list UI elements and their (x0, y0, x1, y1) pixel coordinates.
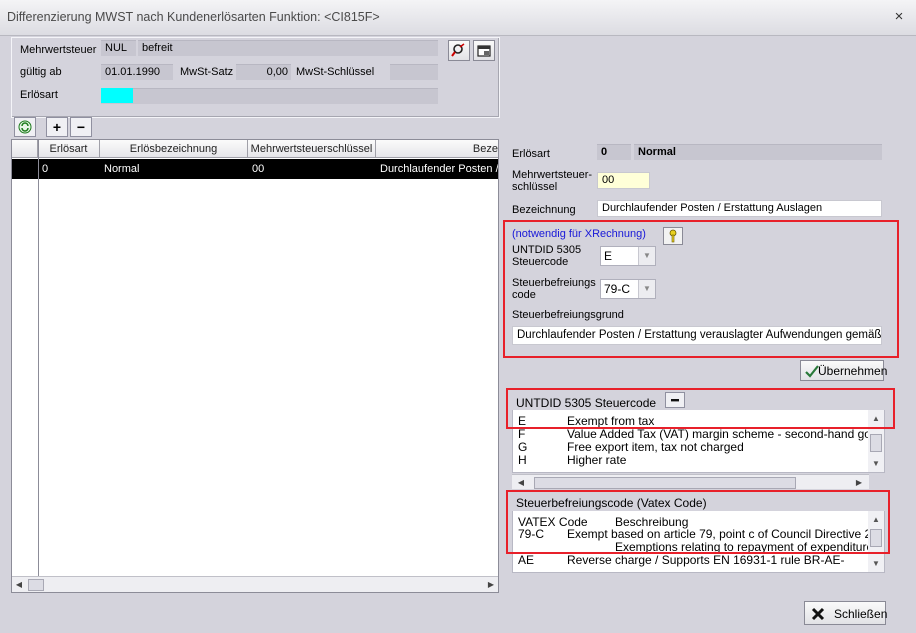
scroll-right-icon[interactable]: ▶ (484, 577, 498, 592)
row-schluessel: 00 (252, 163, 265, 175)
remove-button[interactable]: − (70, 117, 92, 137)
schliessen-button[interactable]: Schließen (804, 601, 888, 625)
scroll-thumb[interactable] (870, 434, 882, 452)
satz-value: 0,00 (236, 64, 291, 80)
grid-hscrollbar[interactable]: ◀ ▶ (12, 576, 498, 592)
uebernehmen-button[interactable]: Übernehmen (800, 360, 888, 381)
minus-icon (671, 399, 679, 402)
add-button[interactable]: + (46, 117, 68, 137)
title-bar: Differenzierung MWST nach Kundenerlösart… (0, 0, 916, 36)
mwst-label: Mehrwertsteuer (20, 44, 97, 56)
mwst-name: befreit (138, 40, 438, 56)
steuercode-hscrollbar[interactable]: ◀ ▶ (512, 474, 869, 489)
search-icon (451, 43, 465, 57)
window-button[interactable] (473, 40, 495, 61)
close-icon (811, 607, 825, 621)
scroll-down-icon[interactable]: ▼ (868, 557, 884, 571)
untdid-label-1: UNTDID 5305 (512, 244, 582, 256)
befreiung-label-1: Steuerbefreiungs (512, 277, 596, 289)
row-erloesart: 0 (42, 163, 49, 175)
help-button[interactable] (663, 227, 683, 245)
steuercode-item-code[interactable]: G (518, 440, 527, 454)
close-icon[interactable]: × (889, 7, 909, 27)
befreiung-select-value: 79-C (604, 282, 631, 296)
steuercode-item-code[interactable]: H (518, 453, 527, 467)
grid-header-beze[interactable]: Beze (376, 140, 498, 158)
erloesart-color-swatch (101, 88, 133, 103)
grund-label: Steuerbefreiungsgrund (512, 309, 624, 321)
window-icon (477, 45, 491, 57)
steuercode-title: UNTDID 5305 Steuercode (516, 396, 657, 410)
uebernehmen-label: Übernehmen (818, 364, 888, 378)
detail-schluessel-input[interactable]: 00 (597, 172, 650, 189)
refresh-button[interactable] (14, 117, 36, 137)
erloesart-value (101, 88, 438, 104)
chevron-down-icon[interactable]: ▼ (638, 247, 655, 265)
gueltig-label: gültig ab (20, 66, 62, 78)
vatex-item-text[interactable]: Reverse charge / Supports EN 16931-1 rul… (567, 553, 844, 567)
grid-header-erloesart[interactable]: Erlösart (38, 140, 100, 158)
xrechnung-note: (notwendig für XRechnung) (512, 228, 646, 240)
detail-schluessel-label-2: schlüssel (512, 181, 558, 193)
satz-label: MwSt-Satz (180, 66, 234, 78)
detail-erloesart-code: 0 (597, 144, 631, 160)
grid-header-schluessel[interactable]: Mehrwertsteuerschlüssel (248, 140, 376, 158)
key-icon (669, 229, 677, 243)
scroll-thumb[interactable] (28, 579, 44, 591)
schliessen-label: Schließen (834, 607, 888, 621)
steuercode-item-text[interactable]: Higher rate (567, 453, 626, 467)
scroll-right-icon[interactable]: ▶ (852, 475, 866, 491)
detail-bezeichnung-input[interactable]: Durchlaufender Posten / Erstattung Ausla… (597, 200, 882, 217)
detail-erloesart-name: Normal (634, 144, 882, 160)
check-icon (805, 365, 819, 378)
detail-erloesart-label: Erlösart (512, 148, 550, 160)
scroll-thumb[interactable] (534, 477, 796, 489)
vatex-item-code[interactable]: AE (518, 553, 534, 567)
grid-header-bezeichnung[interactable]: Erlösbezeichnung (100, 140, 248, 158)
schluessel-value (390, 64, 438, 80)
untdid-label-2: Steuercode (512, 256, 569, 268)
mwst-code: NUL (101, 40, 136, 56)
chevron-down-icon[interactable]: ▼ (638, 280, 655, 298)
table-row[interactable]: 0 Normal 00 Durchlaufender Posten / (12, 159, 498, 179)
search-button[interactable] (448, 40, 470, 61)
steuercode-item-code[interactable]: F (518, 427, 525, 441)
untdid-select-value: E (604, 249, 613, 263)
schluessel-label: MwSt-Schlüssel (296, 66, 375, 78)
scroll-left-icon[interactable]: ◀ (12, 577, 26, 592)
row-beze: Durchlaufender Posten / (380, 163, 499, 175)
gueltig-value: 01.01.1990 (101, 64, 173, 80)
refresh-icon (18, 120, 32, 134)
erloesart-grid[interactable]: Erlösart Erlösbezeichnung Mehrwertsteuer… (11, 139, 499, 593)
scroll-left-icon[interactable]: ◀ (514, 475, 528, 491)
grid-divider (38, 140, 39, 592)
grid-header: Erlösart Erlösbezeichnung Mehrwertsteuer… (12, 140, 498, 158)
window-title: Differenzierung MWST nach Kundenerlösart… (7, 10, 380, 24)
grund-input[interactable]: Durchlaufender Posten / Erstattung verau… (512, 326, 882, 345)
detail-schluessel-label-1: Mehrwertsteuer- (512, 169, 593, 181)
grid-header-indicator (12, 140, 38, 158)
scroll-down-icon[interactable]: ▼ (868, 457, 884, 471)
vatex-title: Steuerbefreiungscode (Vatex Code) (516, 496, 707, 510)
befreiung-select[interactable]: 79-C ▼ (600, 279, 656, 299)
untdid-select[interactable]: E ▼ (600, 246, 656, 266)
detail-bezeichnung-label: Bezeichnung (512, 204, 576, 216)
collapse-button[interactable] (665, 392, 685, 408)
befreiung-label-2: code (512, 289, 536, 301)
erloesart-label: Erlösart (20, 89, 58, 101)
row-bezeichnung: Normal (104, 163, 140, 175)
steuercode-item-text[interactable]: Free export item, tax not charged (567, 440, 744, 454)
steuercode-item-text[interactable]: Value Added Tax (VAT) margin scheme - se… (567, 427, 884, 441)
